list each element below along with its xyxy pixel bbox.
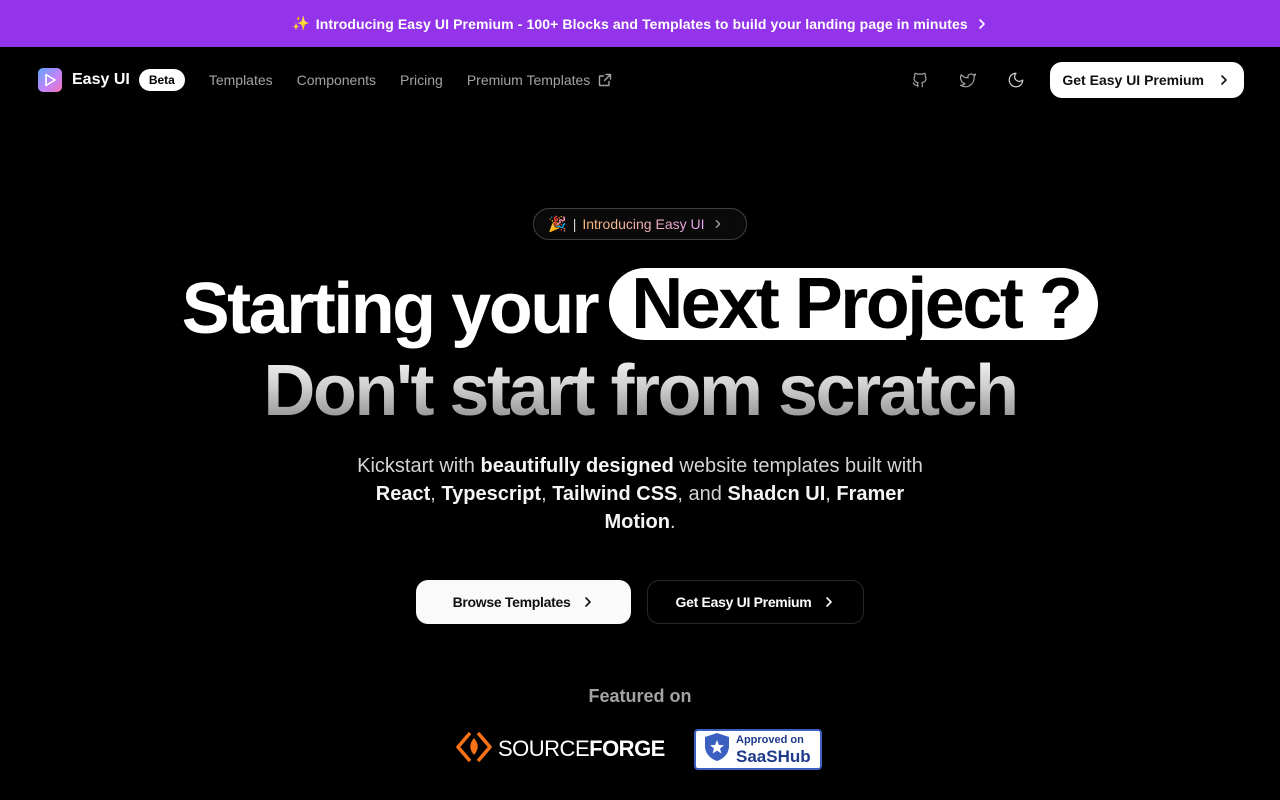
- chevron-right-icon: [1218, 74, 1230, 86]
- sparkles-icon: ✨: [292, 15, 310, 31]
- subtitle-bold: Tailwind CSS: [552, 483, 678, 505]
- subtitle-bold: React: [375, 483, 431, 505]
- get-premium-nav-button[interactable]: Get Easy UI Premium: [1050, 62, 1244, 98]
- announcement-text: Introducing Easy UI Premium - 100+ Block…: [315, 15, 968, 32]
- subtitle-text: Kickstart with: [357, 455, 481, 477]
- nav-link-premium-templates[interactable]: Premium Templates: [467, 72, 612, 88]
- subtitle-bold: Typescript: [441, 483, 542, 505]
- get-premium-nav-label: Get Easy UI Premium: [1062, 72, 1204, 88]
- chevron-right-icon: [823, 596, 835, 608]
- shield-star-icon: [704, 732, 730, 767]
- subtitle-bold: beautifully designed: [480, 455, 674, 477]
- party-popper-icon: 🎉: [548, 216, 567, 233]
- saashub-line1: Approved on: [736, 733, 804, 746]
- browse-templates-button[interactable]: Browse Templates: [416, 580, 631, 624]
- nav-links: Templates Components Pricing Premium Tem…: [209, 72, 636, 88]
- featured-on-title: Featured on: [588, 686, 692, 706]
- nav-actions: Get Easy UI Premium: [902, 62, 1244, 98]
- subtitle-text: ,: [541, 483, 553, 505]
- get-premium-hero-label: Get Easy UI Premium: [675, 594, 812, 610]
- pill-label: Introducing Easy UI: [582, 216, 705, 232]
- subtitle-text: ,: [430, 483, 442, 505]
- nav-link-templates[interactable]: Templates: [209, 72, 273, 88]
- pill-separator: |: [572, 216, 577, 232]
- sourceforge-wordmark: SOURCEFORGE: [498, 736, 665, 762]
- sourceforge-word-bold: FORGE: [589, 736, 665, 761]
- get-premium-hero-button[interactable]: Get Easy UI Premium: [647, 580, 864, 624]
- browse-templates-label: Browse Templates: [452, 594, 571, 610]
- external-link-icon: [598, 73, 612, 87]
- nav-link-premium-templates-label: Premium Templates: [466, 72, 591, 88]
- hero-subtitle: Kickstart with beautifully designed webs…: [340, 452, 940, 536]
- introducing-pill[interactable]: 🎉 | Introducing Easy UI: [533, 208, 747, 240]
- subtitle-text: .: [669, 511, 676, 533]
- saashub-text: Approved on SaaSHub: [736, 733, 811, 766]
- subtitle-text: ,: [825, 483, 837, 505]
- sourceforge-word-thin: SOURCE: [498, 736, 590, 761]
- saashub-badge[interactable]: Approved on SaaSHub: [694, 729, 822, 770]
- hero-headline-line2: Don't start from scratch: [0, 348, 1280, 434]
- sourceforge-logo-icon: [456, 729, 492, 770]
- nav-link-components[interactable]: Components: [297, 72, 376, 88]
- chevron-right-icon: [713, 219, 723, 229]
- headline-plain-text: Starting your: [181, 269, 600, 349]
- chevron-right-icon: [976, 18, 988, 30]
- subtitle-text: , and: [677, 483, 728, 505]
- github-icon[interactable]: [902, 62, 938, 98]
- twitter-icon[interactable]: [950, 62, 986, 98]
- announcement-bar[interactable]: ✨ Introducing Easy UI Premium - 100+ Blo…: [0, 0, 1280, 47]
- hero-headline-line1: Starting your Next Project ?: [0, 266, 1280, 352]
- top-navigation: Easy UI Beta Templates Components Pricin…: [0, 47, 1280, 113]
- sourceforge-badge[interactable]: SOURCEFORGE: [456, 729, 665, 770]
- headline-highlight: Next Project ?: [609, 268, 1099, 340]
- beta-badge: Beta: [138, 69, 185, 91]
- subtitle-bold: Shadcn UI: [727, 483, 826, 505]
- nav-link-pricing[interactable]: Pricing: [400, 72, 443, 88]
- chevron-right-icon: [582, 596, 594, 608]
- moon-icon[interactable]: [998, 62, 1034, 98]
- saashub-line2: SaaSHub: [736, 746, 811, 766]
- brand-name[interactable]: Easy UI: [72, 71, 130, 89]
- subtitle-text: website templates built with: [673, 455, 923, 477]
- logo-icon[interactable]: [38, 68, 62, 92]
